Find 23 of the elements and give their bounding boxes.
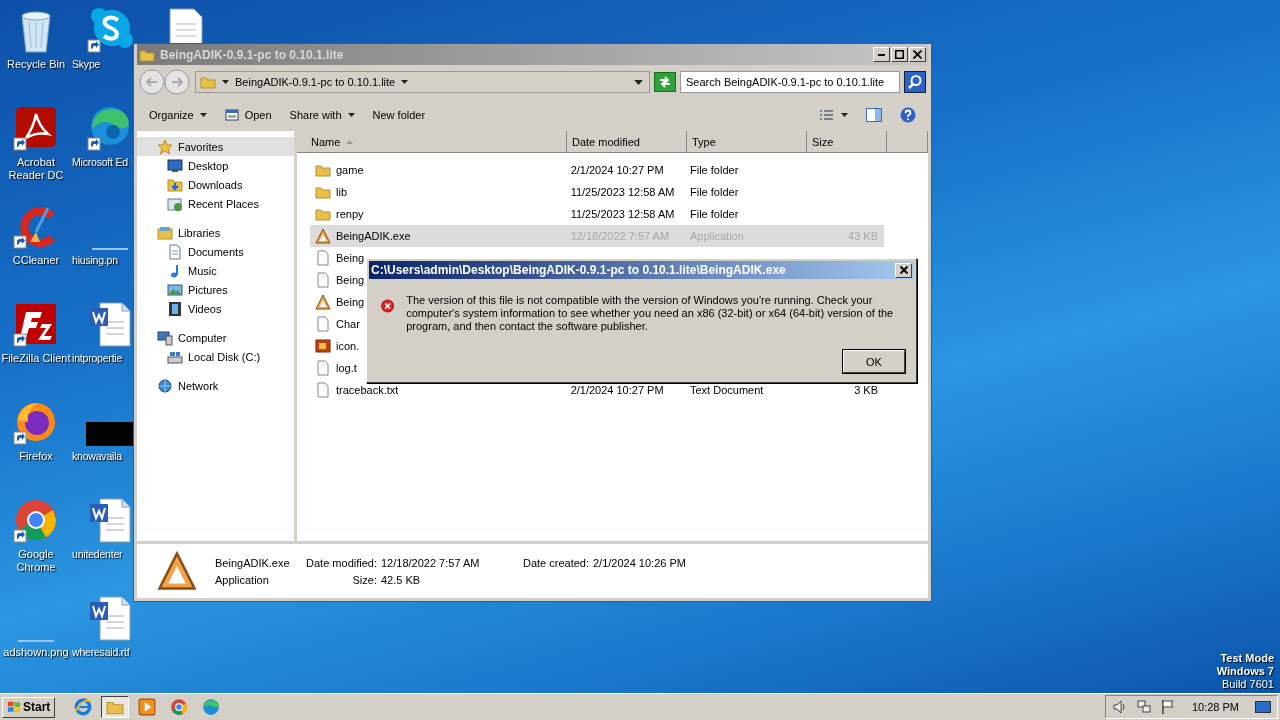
type-text: File folder <box>690 186 739 198</box>
detail-value: 42.5 KB <box>381 573 422 586</box>
window-title: BeingADIK-0.9.1-pc to 0.10.1.lite <box>160 47 344 62</box>
type-text: Text Document <box>690 384 764 396</box>
detail-label: Date modified: <box>305 556 378 569</box>
date-text: 2/1/2024 10:27 PM <box>570 384 664 396</box>
date-text: 11/25/2023 12:58 AM <box>570 186 675 198</box>
watermark-text: Build 7601 <box>1222 678 1274 691</box>
date-text: 11/25/2023 12:58 AM <box>570 208 675 220</box>
detail-label: Size: <box>351 573 378 586</box>
watermark-text: Windows 7 <box>1216 665 1274 678</box>
date-text: 2/1/2024 10:27 PM <box>570 164 664 176</box>
file-name: BeingADIK.exe <box>215 556 291 569</box>
size-text: 3 KB <box>854 384 878 396</box>
file-type: Application <box>215 573 270 586</box>
error-message: The version of this file is not compatible with the version of Windows you're running. Check your computer's system information to see whether you need an x86 (32-bit) or x64 (64-bit) version of the program, and then contact the software publisher. <box>406 293 895 333</box>
type-text: File folder <box>690 208 739 220</box>
type-text: File folder <box>690 164 739 176</box>
detail-value: 2/1/2024 10:26 PM <box>593 556 686 569</box>
watermark-text: Test Mode <box>1220 652 1274 665</box>
detail-value: 12/18/2022 7:57 AM <box>381 556 481 569</box>
detail-label: Date created: <box>521 556 590 569</box>
dialog-title: C:\Users\admin\Desktop\BeingADIK-0.9.1-pc to 0.10.1.lite\BeingADIK.exe <box>371 263 787 277</box>
